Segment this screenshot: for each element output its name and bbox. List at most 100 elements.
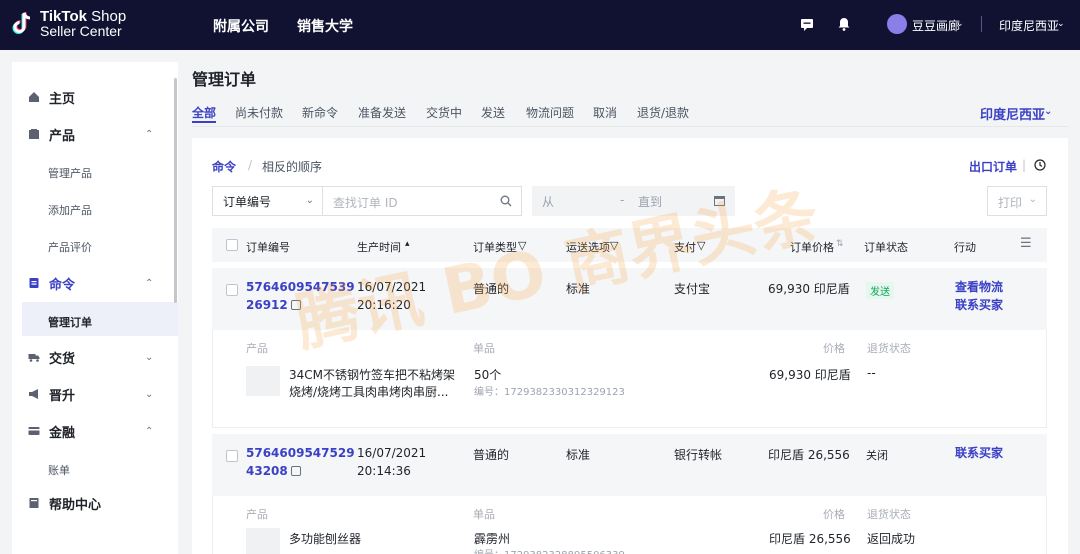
user-name[interactable]: 豆豆画廊 xyxy=(912,17,960,34)
nav-seller-university[interactable]: 销售大学 xyxy=(297,16,353,36)
order-id-line2: 43208 xyxy=(246,464,288,478)
breadcrumb-orders[interactable]: 命令 xyxy=(212,158,236,175)
megaphone-icon xyxy=(29,389,38,399)
order-icon xyxy=(29,278,39,288)
select-all-checkbox[interactable] xyxy=(226,239,238,251)
logo-text-seller-center: Seller Center xyxy=(40,23,122,39)
shipping-option: 标准 xyxy=(566,448,591,462)
contact-buyer-link[interactable]: 联系买家 xyxy=(955,296,1003,313)
breadcrumb-sort[interactable]: 相反的顺序 xyxy=(262,158,322,175)
clock-icon[interactable] xyxy=(1034,159,1046,171)
user-chevron-down-icon[interactable]: ⌄ xyxy=(956,19,964,29)
copy-icon[interactable] xyxy=(290,466,301,476)
search-icon[interactable] xyxy=(500,195,512,207)
col-payment[interactable]: 支付 xyxy=(674,239,696,255)
tab-ready-to-ship[interactable]: 准备发送 xyxy=(358,104,406,121)
product-thumbnail[interactable] xyxy=(246,366,280,396)
sidebar-subitem-manage-products[interactable]: 管理产品 xyxy=(48,165,92,181)
sort-icon[interactable]: ▴ xyxy=(405,239,410,249)
home-icon xyxy=(29,92,39,102)
sidebar-subitem-add-product[interactable]: 添加产品 xyxy=(48,202,92,218)
sidebar-item-home[interactable]: 主页 xyxy=(12,82,178,112)
nav-affiliate[interactable]: 附属公司 xyxy=(213,16,269,36)
active-tab-indicator xyxy=(192,121,216,123)
tiktok-shop-logo[interactable]: TikTok Shop Seller Center xyxy=(12,9,126,39)
region-chevron-down-icon[interactable]: ⌄ xyxy=(1057,19,1065,29)
order-type: 普通的 xyxy=(473,282,510,296)
col-order-price[interactable]: 订单价格 xyxy=(790,239,834,255)
order-price: 69,930 印尼盾 xyxy=(768,282,850,296)
tab-unpaid[interactable]: 尚未付款 xyxy=(235,104,283,121)
country-select[interactable]: 印度尼西亚 xyxy=(980,104,1045,123)
item-sku: 编号：1729382328895506339 xyxy=(474,546,625,554)
tab-returns-refunds[interactable]: 退货/退款 xyxy=(637,104,689,121)
product-name[interactable]: 34CM不锈钢竹签车把不粘烤架 xyxy=(289,366,455,383)
sidebar-item-label: 主页 xyxy=(49,91,76,107)
status-badge: 关闭 xyxy=(866,449,888,462)
table-header: 订单编号 生产时间 ▴ 订单类型 ▽ 运送选项 ▽ 支付 ▽ 订单价格 ⇅ 订单… xyxy=(212,228,1047,262)
tab-new-orders[interactable]: 新命令 xyxy=(302,104,338,121)
order-checkbox[interactable] xyxy=(226,284,238,296)
order-id[interactable]: 5764609547539 xyxy=(246,280,355,294)
contact-buyer-link[interactable]: 联系买家 xyxy=(955,444,1003,461)
sidebar-scrollbar[interactable] xyxy=(174,78,177,303)
top-bar: TikTok Shop Seller Center 附属公司 销售大学 豆豆画廊… xyxy=(0,0,1080,50)
card-icon xyxy=(28,427,40,435)
order-id-suffix[interactable]: 43208 xyxy=(246,464,301,478)
tiktok-logo-icon xyxy=(12,12,31,34)
order-checkbox[interactable] xyxy=(226,450,238,462)
sidebar-subitem-manage-orders[interactable]: 管理订单 xyxy=(48,314,92,330)
tab-cancelled[interactable]: 取消 xyxy=(593,104,617,121)
date-to: 直到 xyxy=(638,195,663,209)
sidebar-item-promotion[interactable]: 晋升 ⌄ xyxy=(12,379,178,409)
date-range-picker[interactable]: 从 - 直到 xyxy=(532,186,735,216)
region-select[interactable]: 印度尼西亚 xyxy=(999,17,1059,34)
tab-in-delivery[interactable]: 交货中 xyxy=(426,104,462,121)
bell-icon[interactable] xyxy=(837,17,851,31)
sidebar-item-finance[interactable]: 金融 ⌃ xyxy=(12,416,178,446)
sidebar-item-delivery[interactable]: 交货 ⌄ xyxy=(12,342,178,372)
order-id[interactable]: 5764609547529 xyxy=(246,446,355,460)
copy-icon[interactable] xyxy=(290,300,301,310)
sidebar-item-orders[interactable]: 命令 ⌃ xyxy=(12,268,178,298)
export-orders-button[interactable]: 出口订单 xyxy=(969,158,1017,175)
avatar[interactable] xyxy=(887,14,907,34)
view-logistics-link[interactable]: 查看物流 xyxy=(955,278,1003,295)
search-field-select[interactable]: 订单编号 ⌄ xyxy=(212,186,322,216)
order-date: 16/07/2021 xyxy=(357,446,427,460)
filter-icon[interactable]: ▽ xyxy=(610,239,618,252)
product-thumbnail[interactable] xyxy=(246,528,280,554)
chevron-down-icon: ⌄ xyxy=(305,195,314,206)
sidebar-item-products[interactable]: 产品 ⌃ xyxy=(12,119,178,149)
payment-method: 支付宝 xyxy=(674,282,711,296)
country-chevron-down-icon[interactable]: ⌄ xyxy=(1044,106,1052,117)
filter-icon[interactable]: ▽ xyxy=(697,239,705,252)
col-order-type[interactable]: 订单类型 xyxy=(473,239,517,255)
message-icon[interactable] xyxy=(800,17,814,31)
product-label: 产品 xyxy=(246,508,268,521)
search-field-select-value: 订单编号 xyxy=(223,195,272,209)
payment-method: 银行转帐 xyxy=(674,448,723,462)
sort-icon[interactable]: ⇅ xyxy=(836,239,844,249)
tab-all[interactable]: 全部 xyxy=(192,104,216,121)
col-created-time[interactable]: 生产时间 xyxy=(357,239,401,255)
column-settings-icon[interactable]: ☰ xyxy=(1020,236,1032,251)
filter-icon[interactable]: ▽ xyxy=(518,239,526,252)
tab-logistics-issues[interactable]: 物流问题 xyxy=(526,104,574,121)
order-id-suffix[interactable]: 26912 xyxy=(246,298,301,312)
order-items: 产品 单品 价格 退货状态 34CM不锈钢竹签车把不粘烤架 烧烤/烧烤工具肉串烤… xyxy=(212,330,1047,428)
sidebar-item-help-center[interactable]: 帮助中心 xyxy=(12,488,178,518)
print-button[interactable]: 打印 ⌄ xyxy=(987,186,1047,216)
order-time: 20:14:36 xyxy=(357,464,411,478)
sidebar-subitem-bills[interactable]: 账单 xyxy=(48,462,70,478)
sidebar-subitem-product-reviews[interactable]: 产品评价 xyxy=(48,239,92,255)
price-label: 价格 xyxy=(823,508,845,521)
tab-shipped[interactable]: 发送 xyxy=(481,104,505,121)
order-search-input[interactable]: 查找订单 ID xyxy=(322,186,522,216)
date-from: 从 xyxy=(542,195,555,209)
product-name[interactable]: 多功能刨丝器 xyxy=(289,530,361,547)
product-name-cont: 烧烤/烧烤工具肉串烤肉串厨... xyxy=(289,385,449,399)
search-placeholder: 查找订单 ID xyxy=(333,196,398,210)
col-shipping-option[interactable]: 运送选项 xyxy=(566,239,610,255)
chevron-down-icon: ⌄ xyxy=(1028,194,1037,205)
